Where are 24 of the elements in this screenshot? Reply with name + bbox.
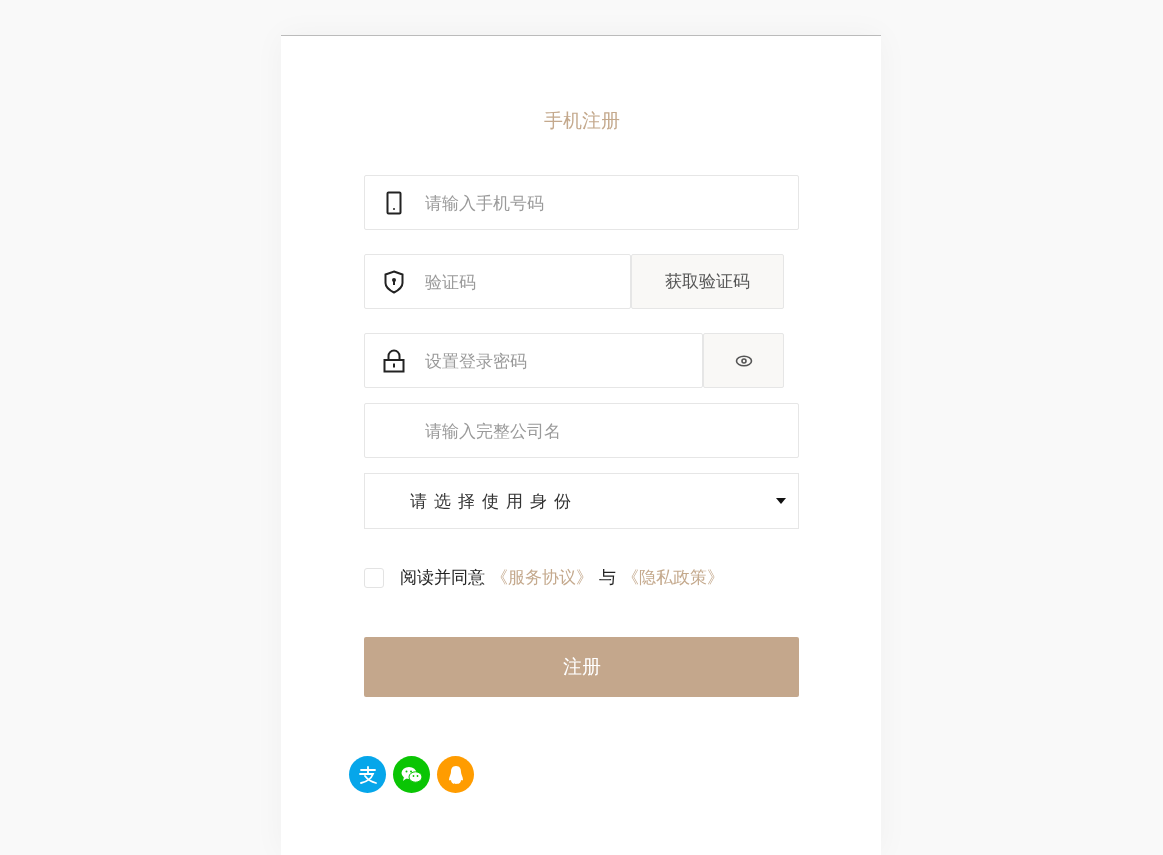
- agree-checkbox[interactable]: [364, 567, 384, 588]
- service-agreement-link[interactable]: 《服务协议》: [491, 566, 593, 589]
- input-field[interactable]: 请输入完整公司名: [364, 403, 799, 458]
- agree-text: 阅读并同意: [400, 566, 485, 589]
- register-button[interactable]: 注册: [364, 637, 799, 697]
- lock-icon: [383, 348, 405, 373]
- role-select[interactable]: 请选择使用身份: [364, 473, 799, 529]
- caret-icon: [776, 498, 786, 504]
- phone-icon: [386, 190, 402, 215]
- shield-icon: [384, 269, 404, 294]
- chat-bubbles-icon: [400, 765, 423, 784]
- joiner-text: 与: [599, 566, 616, 589]
- penguin-icon: [447, 764, 464, 785]
- alipay-button[interactable]: [349, 756, 386, 793]
- eye-icon: [734, 354, 753, 367]
- page-title: 手机注册: [542, 108, 621, 133]
- privacy-policy-link[interactable]: 《隐私政策》: [622, 566, 724, 589]
- wechat-button[interactable]: [393, 756, 430, 793]
- get-code-button[interactable]: 获取验证码: [631, 254, 784, 309]
- input-field[interactable]: 设置登录密码: [364, 333, 703, 388]
- input-field[interactable]: 请输入手机号码: [364, 175, 799, 230]
- show-password-button[interactable]: [703, 333, 784, 388]
- qq-button[interactable]: [437, 756, 474, 793]
- input-field[interactable]: 验证码: [364, 254, 631, 309]
